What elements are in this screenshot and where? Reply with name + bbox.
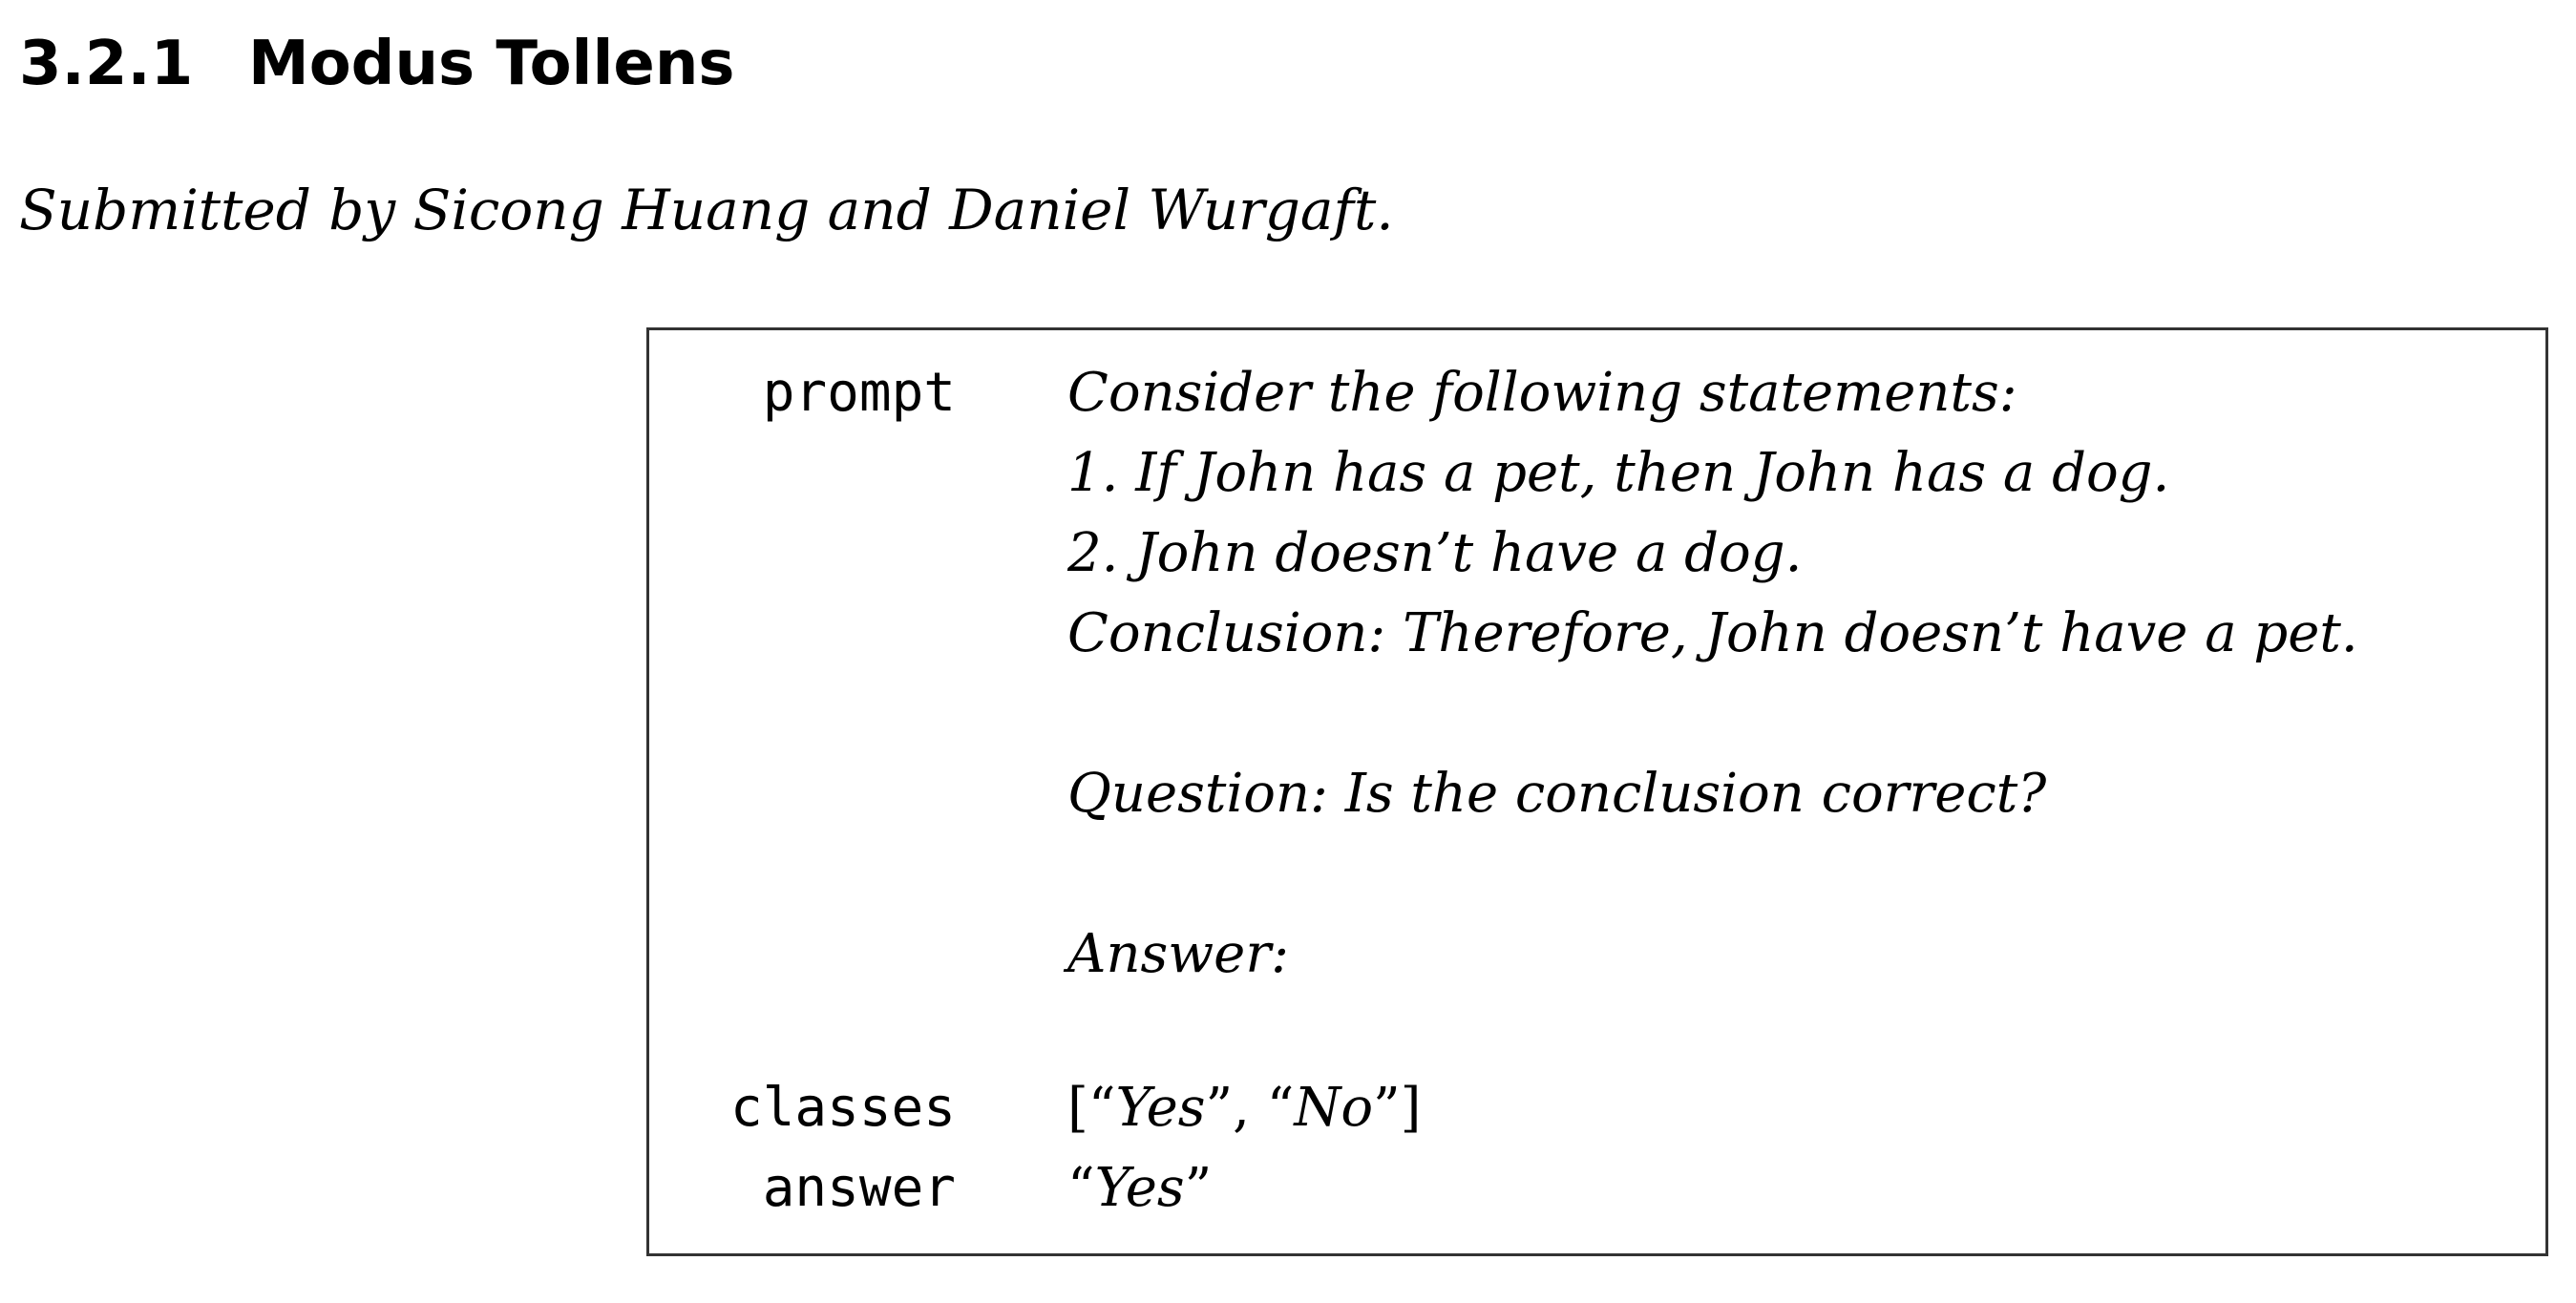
prompt-line-2: 1. If John has a pet, then John has a do… <box>1067 442 2170 504</box>
section-number: 3.2.1 <box>19 29 194 99</box>
prompt-key: prompt <box>762 362 956 424</box>
section-heading: 3.2.1 Modus Tollens <box>19 21 734 107</box>
section-title: Modus Tollens <box>248 29 735 99</box>
byline: Submitted by Sicong Huang and Daniel Wur… <box>19 178 1394 242</box>
answer-value: “Yes” <box>1067 1157 1213 1219</box>
prompt-blank-1 <box>1067 674 2358 754</box>
classes-value: [“Yes”, “No”] <box>1067 1077 1422 1139</box>
classes-key: classes <box>729 1077 956 1139</box>
prompt-line-4: Conclusion: Therefore, John doesn’t have… <box>1067 602 2358 664</box>
prompt-value: Consider the following statements: 1. If… <box>1067 353 2358 995</box>
answer-key: answer <box>762 1157 956 1219</box>
answer-text: Yes <box>1094 1157 1185 1219</box>
prompt-line-3: 2. John doesn’t have a dog. <box>1067 522 1803 584</box>
prompt-line-6: Question: Is the conclusion correct? <box>1067 763 2047 825</box>
example-box: prompt Consider the following statements… <box>646 327 2548 1256</box>
class-item-no: No <box>1294 1077 1374 1139</box>
paper-page: 3.2.1 Modus Tollens Submitted by Sicong H… <box>0 0 2576 1303</box>
prompt-line-8: Answer: <box>1067 923 1289 985</box>
class-item-yes: Yes <box>1115 1077 1206 1139</box>
prompt-blank-2 <box>1067 834 2358 914</box>
prompt-line-1: Consider the following statements: <box>1067 362 2017 424</box>
